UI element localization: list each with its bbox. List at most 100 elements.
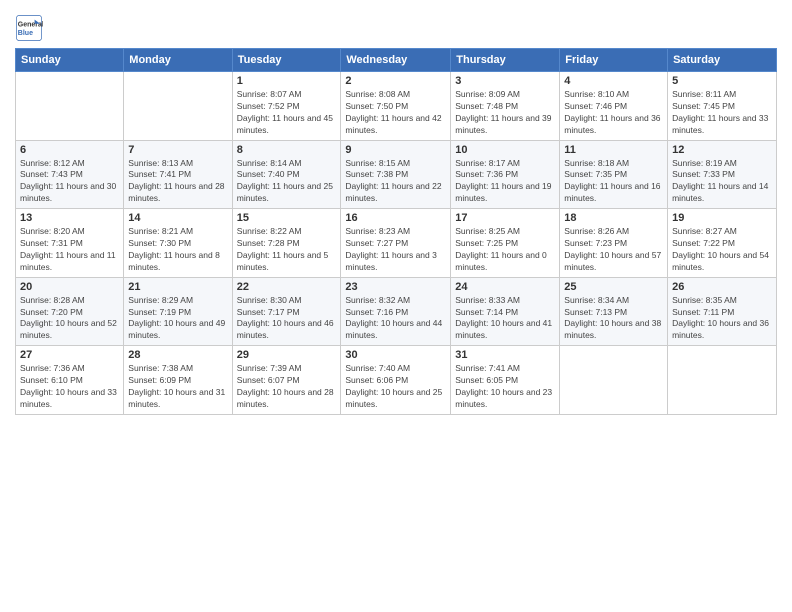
day-number: 24 — [455, 281, 555, 293]
svg-text:Blue: Blue — [18, 30, 33, 37]
calendar-cell: 8Sunrise: 8:14 AM Sunset: 7:40 PM Daylig… — [232, 140, 341, 209]
calendar-cell: 30Sunrise: 7:40 AM Sunset: 6:06 PM Dayli… — [341, 346, 451, 415]
day-number: 7 — [128, 144, 227, 156]
calendar-header: SundayMondayTuesdayWednesdayThursdayFrid… — [16, 49, 777, 72]
day-info: Sunrise: 8:11 AM Sunset: 7:45 PM Dayligh… — [672, 89, 772, 137]
day-info: Sunrise: 8:07 AM Sunset: 7:52 PM Dayligh… — [237, 89, 337, 137]
calendar-week-1: 1Sunrise: 8:07 AM Sunset: 7:52 PM Daylig… — [16, 72, 777, 141]
day-info: Sunrise: 8:34 AM Sunset: 7:13 PM Dayligh… — [564, 295, 663, 343]
day-number: 25 — [564, 281, 663, 293]
calendar-cell: 11Sunrise: 8:18 AM Sunset: 7:35 PM Dayli… — [560, 140, 668, 209]
day-info: Sunrise: 8:17 AM Sunset: 7:36 PM Dayligh… — [455, 158, 555, 206]
day-number: 16 — [345, 212, 446, 224]
calendar-cell: 19 Sunrise: 8:27 AM Sunset: 7:22 PM Dayli… — [668, 209, 777, 278]
calendar-cell: 1Sunrise: 8:07 AM Sunset: 7:52 PM Daylig… — [232, 72, 341, 141]
calendar-cell: 21 Sunrise: 8:29 AM Sunset: 7:19 PM Dayli… — [124, 277, 232, 346]
day-number: 5 — [672, 75, 772, 87]
calendar-week-3: 13Sunrise: 8:20 AM Sunset: 7:31 PM Dayli… — [16, 209, 777, 278]
calendar-cell: 26 Sunrise: 8:35 AM Sunset: 7:11 PM Dayli… — [668, 277, 777, 346]
day-info: Sunrise: 8:23 AM Sunset: 7:27 PM Dayligh… — [345, 226, 446, 274]
day-number: 9 — [345, 144, 446, 156]
weekday-header-saturday: Saturday — [668, 49, 777, 72]
day-number: 4 — [564, 75, 663, 87]
calendar-cell: 24 Sunrise: 8:33 AM Sunset: 7:14 PM Dayli… — [451, 277, 560, 346]
day-number: 15 — [237, 212, 337, 224]
calendar-cell: 7 Sunrise: 8:13 AM Sunset: 7:41 PM Daylig… — [124, 140, 232, 209]
weekday-header-thursday: Thursday — [451, 49, 560, 72]
calendar-cell: 13Sunrise: 8:20 AM Sunset: 7:31 PM Dayli… — [16, 209, 124, 278]
day-info: Sunrise: 8:35 AM Sunset: 7:11 PM Dayligh… — [672, 295, 772, 343]
day-number: 27 — [20, 349, 119, 361]
day-number: 19 — [672, 212, 772, 224]
day-number: 23 — [345, 281, 446, 293]
calendar-cell: 25 Sunrise: 8:34 AM Sunset: 7:13 PM Dayli… — [560, 277, 668, 346]
calendar-cell: 12 Sunrise: 8:19 AM Sunset: 7:33 PM Dayli… — [668, 140, 777, 209]
calendar-cell: 6 Sunrise: 8:12 AM Sunset: 7:43 PM Daylig… — [16, 140, 124, 209]
day-info: Sunrise: 8:26 AM Sunset: 7:23 PM Dayligh… — [564, 226, 663, 274]
day-info: Sunrise: 8:28 AM Sunset: 7:20 PM Dayligh… — [20, 295, 119, 343]
day-info: Sunrise: 8:19 AM Sunset: 7:33 PM Dayligh… — [672, 158, 772, 206]
day-number: 31 — [455, 349, 555, 361]
calendar-cell: 23 Sunrise: 8:32 AM Sunset: 7:16 PM Dayli… — [341, 277, 451, 346]
weekday-header-friday: Friday — [560, 49, 668, 72]
calendar-body: 1Sunrise: 8:07 AM Sunset: 7:52 PM Daylig… — [16, 72, 777, 415]
calendar-cell: 4 Sunrise: 8:10 AM Sunset: 7:46 PM Daylig… — [560, 72, 668, 141]
day-number: 14 — [128, 212, 227, 224]
day-info: Sunrise: 8:12 AM Sunset: 7:43 PM Dayligh… — [20, 158, 119, 206]
logo-icon: General Blue — [15, 14, 43, 42]
day-number: 6 — [20, 144, 119, 156]
day-number: 22 — [237, 281, 337, 293]
calendar-cell: 31 Sunrise: 7:41 AM Sunset: 6:05 PM Dayli… — [451, 346, 560, 415]
day-info: Sunrise: 8:18 AM Sunset: 7:35 PM Dayligh… — [564, 158, 663, 206]
day-info: Sunrise: 8:29 AM Sunset: 7:19 PM Dayligh… — [128, 295, 227, 343]
day-info: Sunrise: 8:33 AM Sunset: 7:14 PM Dayligh… — [455, 295, 555, 343]
day-number: 21 — [128, 281, 227, 293]
day-info: Sunrise: 7:38 AM Sunset: 6:09 PM Dayligh… — [128, 363, 227, 411]
day-info: Sunrise: 7:39 AM Sunset: 6:07 PM Dayligh… — [237, 363, 337, 411]
calendar-cell — [124, 72, 232, 141]
day-info: Sunrise: 8:10 AM Sunset: 7:46 PM Dayligh… — [564, 89, 663, 137]
day-number: 18 — [564, 212, 663, 224]
calendar-cell — [16, 72, 124, 141]
day-info: Sunrise: 8:27 AM Sunset: 7:22 PM Dayligh… — [672, 226, 772, 274]
day-info: Sunrise: 7:41 AM Sunset: 6:05 PM Dayligh… — [455, 363, 555, 411]
weekday-header-row: SundayMondayTuesdayWednesdayThursdayFrid… — [16, 49, 777, 72]
calendar-cell: 9 Sunrise: 8:15 AM Sunset: 7:38 PM Daylig… — [341, 140, 451, 209]
day-number: 26 — [672, 281, 772, 293]
calendar-week-5: 27Sunrise: 7:36 AM Sunset: 6:10 PM Dayli… — [16, 346, 777, 415]
day-number: 20 — [20, 281, 119, 293]
day-number: 3 — [455, 75, 555, 87]
day-number: 12 — [672, 144, 772, 156]
day-info: Sunrise: 8:30 AM Sunset: 7:17 PM Dayligh… — [237, 295, 337, 343]
calendar-cell: 15 Sunrise: 8:22 AM Sunset: 7:28 PM Dayli… — [232, 209, 341, 278]
calendar-cell: 16 Sunrise: 8:23 AM Sunset: 7:27 PM Dayli… — [341, 209, 451, 278]
weekday-header-sunday: Sunday — [16, 49, 124, 72]
day-info: Sunrise: 8:09 AM Sunset: 7:48 PM Dayligh… — [455, 89, 555, 137]
calendar-cell: 20 Sunrise: 8:28 AM Sunset: 7:20 PM Dayli… — [16, 277, 124, 346]
calendar-cell — [560, 346, 668, 415]
header: General Blue — [15, 10, 777, 42]
weekday-header-wednesday: Wednesday — [341, 49, 451, 72]
calendar-cell: 27Sunrise: 7:36 AM Sunset: 6:10 PM Dayli… — [16, 346, 124, 415]
day-info: Sunrise: 8:22 AM Sunset: 7:28 PM Dayligh… — [237, 226, 337, 274]
day-info: Sunrise: 8:21 AM Sunset: 7:30 PM Dayligh… — [128, 226, 227, 274]
weekday-header-tuesday: Tuesday — [232, 49, 341, 72]
page: General Blue SundayMondayTuesdayWednesda… — [0, 0, 792, 612]
calendar-cell: 29 Sunrise: 7:39 AM Sunset: 6:07 PM Dayli… — [232, 346, 341, 415]
day-number: 29 — [237, 349, 337, 361]
calendar-cell: 10 Sunrise: 8:17 AM Sunset: 7:36 PM Dayli… — [451, 140, 560, 209]
day-number: 10 — [455, 144, 555, 156]
calendar-cell: 5 Sunrise: 8:11 AM Sunset: 7:45 PM Daylig… — [668, 72, 777, 141]
day-info: Sunrise: 8:08 AM Sunset: 7:50 PM Dayligh… — [345, 89, 446, 137]
calendar-cell: 17Sunrise: 8:25 AM Sunset: 7:25 PM Dayli… — [451, 209, 560, 278]
calendar-cell: 18 Sunrise: 8:26 AM Sunset: 7:23 PM Dayli… — [560, 209, 668, 278]
day-info: Sunrise: 8:14 AM Sunset: 7:40 PM Dayligh… — [237, 158, 337, 206]
day-info: Sunrise: 8:13 AM Sunset: 7:41 PM Dayligh… — [128, 158, 227, 206]
svg-text:General: General — [18, 22, 43, 29]
calendar-cell: 14 Sunrise: 8:21 AM Sunset: 7:30 PM Dayli… — [124, 209, 232, 278]
day-info: Sunrise: 8:32 AM Sunset: 7:16 PM Dayligh… — [345, 295, 446, 343]
day-info: Sunrise: 7:40 AM Sunset: 6:06 PM Dayligh… — [345, 363, 446, 411]
weekday-header-monday: Monday — [124, 49, 232, 72]
day-info: Sunrise: 8:15 AM Sunset: 7:38 PM Dayligh… — [345, 158, 446, 206]
day-number: 2 — [345, 75, 446, 87]
